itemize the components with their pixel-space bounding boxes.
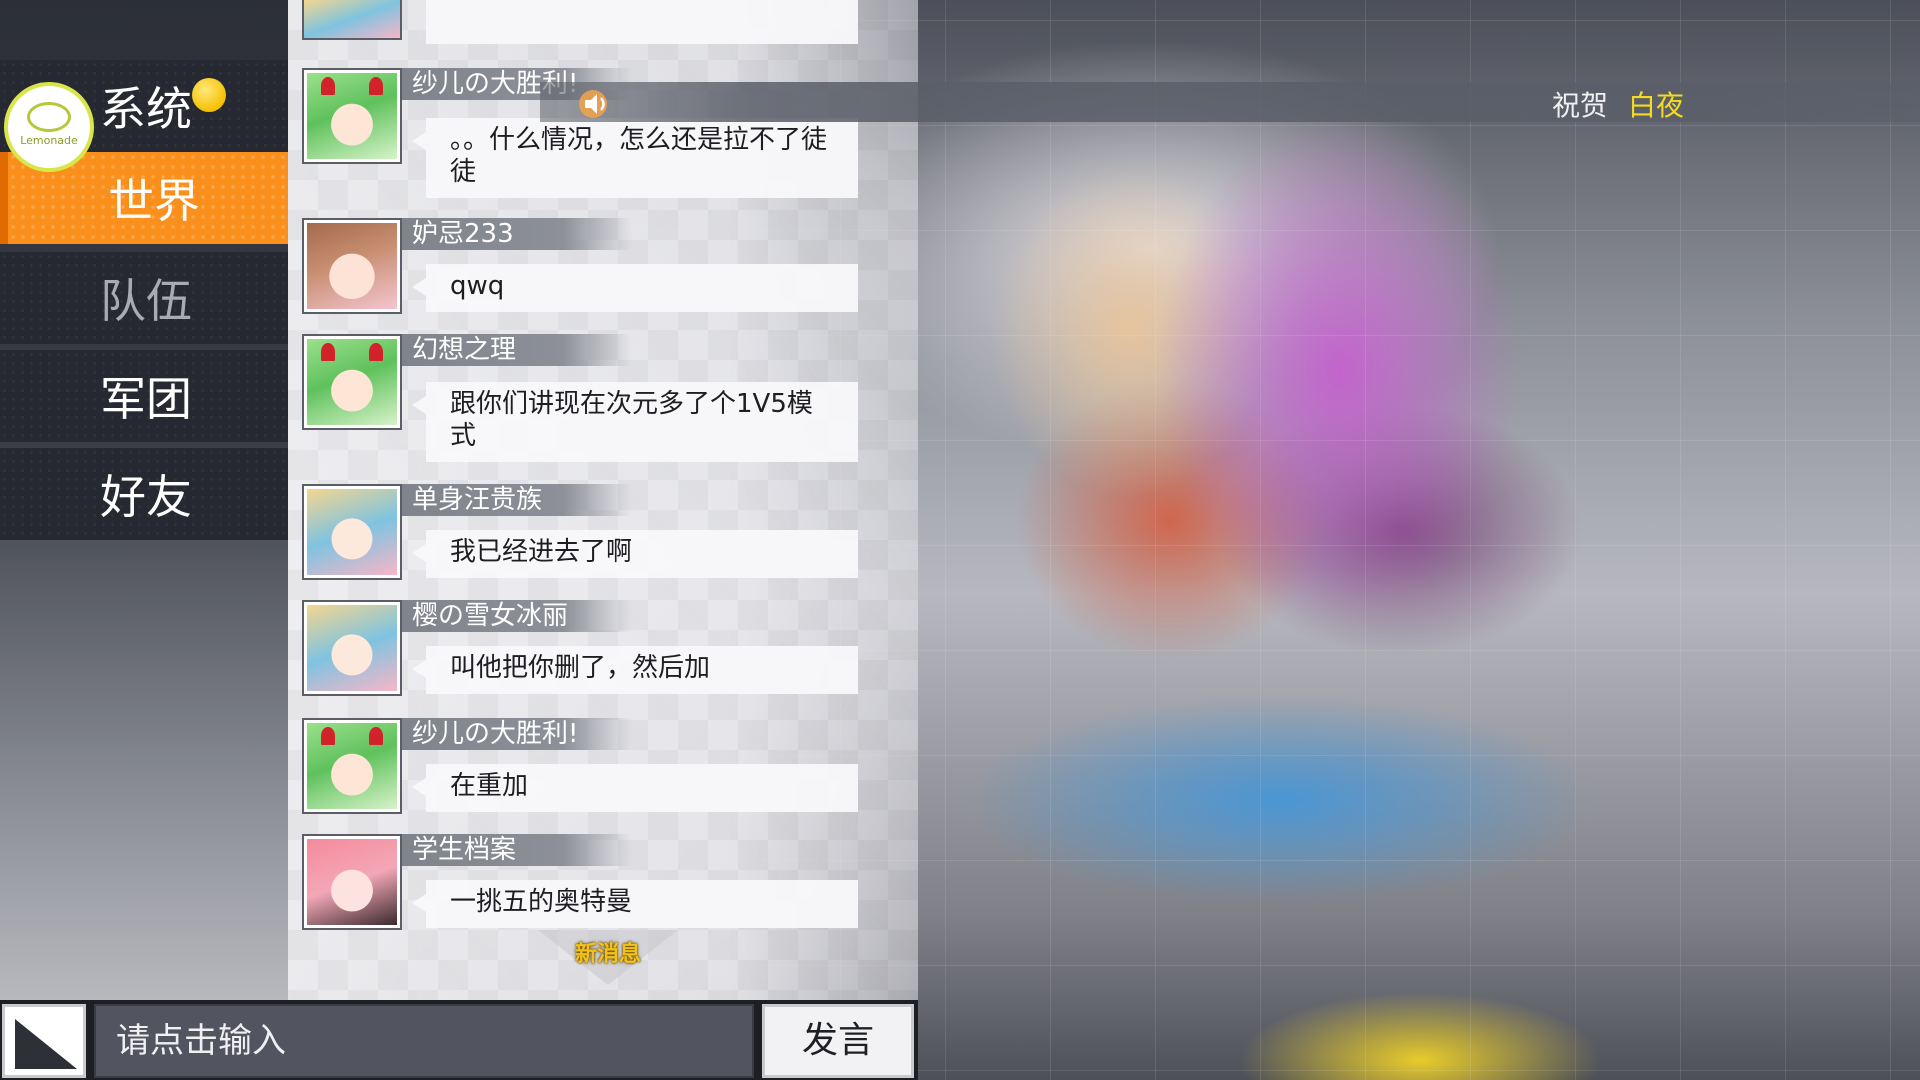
- sender-name[interactable]: 单身汪贵族: [402, 484, 632, 516]
- sender-name[interactable]: 学生档案: [402, 834, 632, 866]
- speaker-icon: [579, 90, 607, 118]
- chat-message: 单身汪贵族 我已经进去了啊: [302, 484, 862, 584]
- chat-message: 幻想之理 跟你们讲现在次元多了个1V5模式: [302, 334, 862, 464]
- avatar: [302, 0, 402, 40]
- channel-tab-label: 军团: [100, 372, 192, 426]
- sender-name[interactable]: 樱の雪女冰丽: [402, 600, 632, 632]
- emoji-button[interactable]: [2, 1004, 86, 1078]
- channel-tab-team[interactable]: 队伍: [0, 252, 288, 344]
- channel-tab-label: 世界: [108, 174, 200, 228]
- message-bubble: 。。什么情况，怎么还是拉不了徒徒: [412, 118, 858, 198]
- chat-message: 樱の雪女冰丽 叫他把你删了，然后加: [302, 600, 862, 700]
- message-bubble: 跟你们讲现在次元多了个1V5模式: [412, 382, 858, 462]
- message-bubble: 一挑五的奥特曼: [412, 880, 858, 928]
- avatar[interactable]: [302, 718, 402, 814]
- avatar[interactable]: [302, 600, 402, 696]
- channel-tab-friends[interactable]: 好友: [0, 448, 288, 540]
- message-bubble: [426, 0, 858, 44]
- channel-tab-legion[interactable]: 军团: [0, 350, 288, 442]
- message-bubble: qwq: [412, 264, 858, 312]
- channel-sidebar: 系统 世界 队伍 军团 好友 Lemonade: [0, 0, 288, 1000]
- chat-message: 学生档案 一挑五的奥特曼: [302, 834, 862, 934]
- banner-congrats-text: 祝贺: [1552, 89, 1609, 122]
- notification-dot: [192, 78, 226, 112]
- avatar[interactable]: [302, 834, 402, 930]
- chat-message-list[interactable]: 纱儿の大胜利! 。。什么情况，怎么还是拉不了徒徒 妒忌233 qwq 幻想之理 …: [288, 0, 918, 1000]
- partial-message-top: [302, 0, 862, 44]
- speech-bubble-icon: [27, 101, 71, 132]
- chat-message: 妒忌233 qwq: [302, 218, 862, 318]
- sender-name[interactable]: 纱儿の大胜利!: [402, 718, 632, 750]
- avatar[interactable]: [302, 68, 402, 164]
- announcement-banner: [540, 82, 1920, 122]
- chat-input-bar: 请点击输入 发言: [0, 1000, 918, 1080]
- message-bubble: 叫他把你删了，然后加: [412, 646, 858, 694]
- triangle-icon: [15, 1019, 77, 1069]
- chat-input[interactable]: 请点击输入: [94, 1004, 754, 1078]
- message-bubble: 我已经进去了啊: [412, 530, 858, 578]
- avatar[interactable]: [302, 484, 402, 580]
- chat-message: 纱儿の大胜利! 在重加: [302, 718, 862, 818]
- new-message-label: 新消息: [574, 942, 641, 967]
- channel-tab-label: 队伍: [100, 274, 192, 328]
- new-message-indicator[interactable]: 新消息: [538, 930, 678, 990]
- avatar[interactable]: [302, 218, 402, 314]
- send-button[interactable]: 发言: [762, 1004, 914, 1078]
- channel-tab-label: 好友: [100, 470, 192, 524]
- channel-tab-label: 系统: [100, 82, 192, 136]
- message-bubble: 在重加: [412, 764, 858, 812]
- avatar[interactable]: [302, 334, 402, 430]
- logo-text: Lemonade: [20, 133, 78, 147]
- sender-name[interactable]: 妒忌233: [402, 218, 632, 250]
- lemonade-logo: Lemonade: [4, 82, 94, 172]
- sender-name[interactable]: 幻想之理: [402, 334, 632, 366]
- banner-player-name: 白夜: [1628, 89, 1685, 122]
